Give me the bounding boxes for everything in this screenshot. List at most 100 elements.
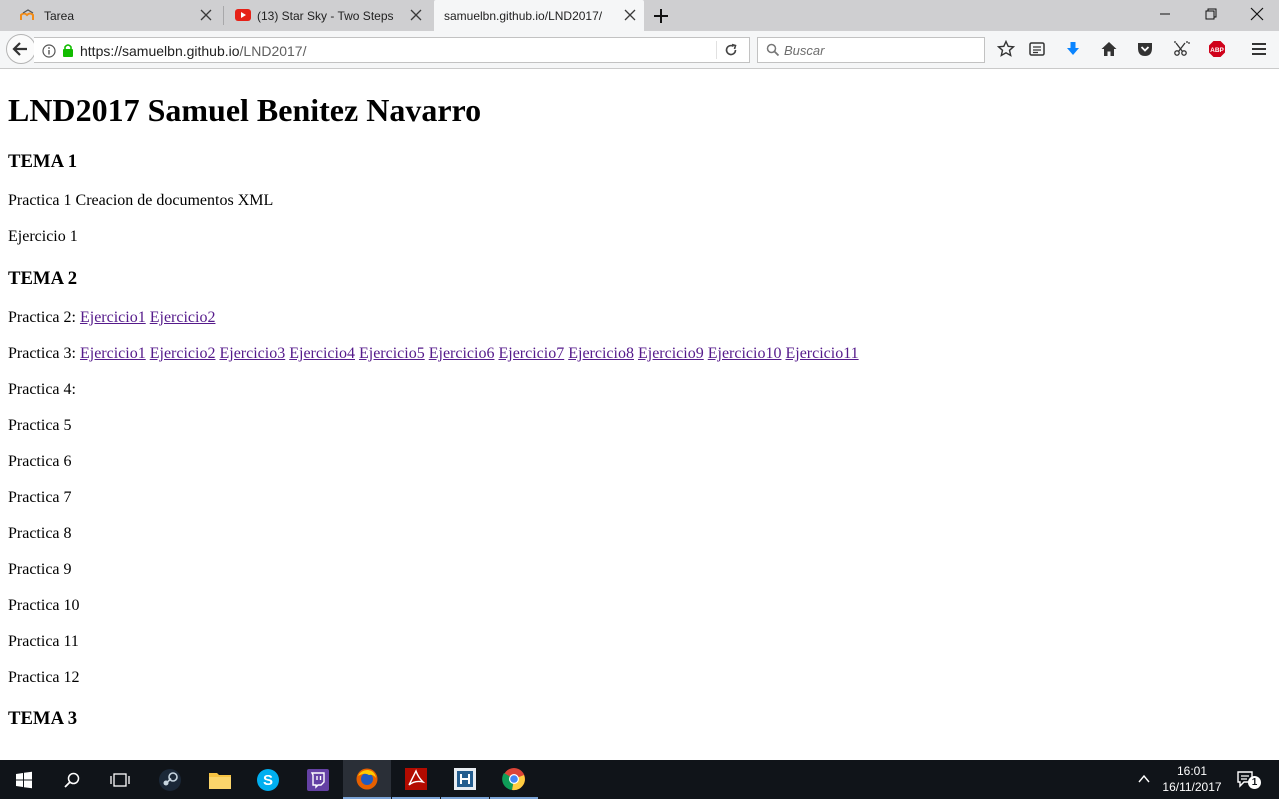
- taskbar-file-explorer[interactable]: [196, 760, 244, 799]
- practica2-ejercicio2-link[interactable]: Ejercicio2: [150, 309, 216, 326]
- taskbar-skype[interactable]: S: [244, 760, 292, 799]
- practica3-ejercicio4-link[interactable]: Ejercicio4: [289, 345, 355, 362]
- tab-label: (13) Star Sky - Two Steps From Hell: [257, 8, 395, 23]
- practica3-ejercicio5-link[interactable]: Ejercicio5: [359, 345, 425, 362]
- bookmark-star-icon[interactable]: [997, 40, 1015, 58]
- taskbar: S 16:01 16/11/2017 1: [0, 760, 1279, 799]
- chrome-icon: [502, 767, 525, 790]
- back-arrow-icon: [12, 42, 27, 56]
- url-path: /LND2017/: [239, 43, 307, 59]
- practica8-text: Practica 8: [8, 525, 72, 542]
- tab-label: samuelbn.github.io/LND2017/: [444, 8, 603, 23]
- practica5-text: Practica 5: [8, 417, 72, 434]
- task-view-button[interactable]: [96, 760, 144, 799]
- clock-date: 16/11/2017: [1162, 780, 1222, 794]
- practica2-label: Practica 2:: [8, 309, 76, 326]
- practica1-text: Practica 1 Creacion de documentos XML: [8, 192, 274, 209]
- taskbar-code-editor[interactable]: [441, 760, 489, 799]
- tema1-heading: TEMA 1: [8, 151, 78, 172]
- file-explorer-icon: [209, 772, 231, 789]
- practica3-ejercicio11-link[interactable]: Ejercicio11: [785, 345, 858, 362]
- clock-time: 16:01: [1176, 764, 1208, 778]
- practica3-ejercicio10-link[interactable]: Ejercicio10: [708, 345, 782, 362]
- practica3-ejercicio7-link[interactable]: Ejercicio7: [498, 345, 564, 362]
- search-input[interactable]: [784, 42, 974, 58]
- reload-icon[interactable]: [724, 43, 738, 57]
- svg-text:S: S: [263, 772, 273, 789]
- firefox-icon: [356, 768, 378, 789]
- task-view-icon: [110, 772, 130, 787]
- search-bar[interactable]: [757, 37, 985, 63]
- url-text: https://samuelbn.github.io/LND2017/: [80, 43, 306, 59]
- taskbar-search-button[interactable]: [48, 760, 96, 799]
- tab-separator: [223, 6, 224, 25]
- restore-icon[interactable]: [1203, 6, 1219, 22]
- practica2-ejercicio1-link[interactable]: Ejercicio1: [80, 309, 146, 326]
- taskbar-steam[interactable]: [146, 760, 194, 799]
- page-title: LND2017 Samuel Benitez Navarro: [8, 92, 482, 128]
- screenshot-icon[interactable]: [1172, 40, 1190, 58]
- practica3-ejercicio1-link[interactable]: Ejercicio1: [80, 345, 146, 362]
- code-icon: [454, 767, 476, 790]
- pocket-icon[interactable]: [1136, 40, 1154, 58]
- practica9-text: Practica 9: [8, 561, 72, 578]
- tema2-heading: TEMA 2: [8, 268, 78, 289]
- menu-icon[interactable]: [1250, 40, 1268, 58]
- lock-icon: [63, 44, 73, 57]
- taskbar-chrome[interactable]: [490, 760, 538, 799]
- youtube-icon: [235, 9, 251, 21]
- notification-center[interactable]: 1: [1236, 770, 1261, 799]
- steam-icon: [159, 768, 181, 791]
- taskbar-acrobat[interactable]: [392, 760, 440, 799]
- close-icon[interactable]: [410, 9, 422, 21]
- tab-active[interactable]: samuelbn.github.io/LND2017/: [434, 0, 644, 31]
- acrobat-icon: [405, 767, 427, 790]
- practica10-text: Practica 10: [8, 597, 80, 614]
- practica11-text: Practica 11: [8, 633, 79, 650]
- svg-text:ABP: ABP: [1210, 47, 1224, 54]
- practica7-text: Practica 7: [8, 489, 72, 506]
- url-divider: [716, 41, 717, 59]
- search-icon: [766, 43, 780, 57]
- window-close-icon[interactable]: [1249, 6, 1265, 22]
- close-icon[interactable]: [624, 9, 636, 21]
- practica3-ejercicio3-link[interactable]: Ejercicio3: [219, 345, 285, 362]
- close-icon[interactable]: [200, 9, 212, 21]
- practica3-line: Practica 3: Ejercicio1 Ejercicio2 Ejerci…: [8, 345, 859, 363]
- moodle-icon: [20, 9, 34, 20]
- ejercicio1-text: Ejercicio 1: [8, 228, 78, 245]
- info-icon[interactable]: [42, 44, 56, 58]
- tab-youtube[interactable]: (13) Star Sky - Two Steps From Hell: [225, 0, 430, 31]
- practica3-ejercicio6-link[interactable]: Ejercicio6: [429, 345, 495, 362]
- start-button[interactable]: [0, 760, 48, 799]
- practica3-ejercicio9-link[interactable]: Ejercicio9: [638, 345, 704, 362]
- practica3-label: Practica 3:: [8, 345, 76, 362]
- taskbar-clock[interactable]: 16:01 16/11/2017: [1158, 763, 1226, 795]
- tema3-heading: TEMA 3: [8, 708, 78, 729]
- page-content: LND2017 Samuel Benitez Navarro TEMA 1 Pr…: [0, 70, 1279, 760]
- windows-start-icon: [16, 771, 32, 788]
- download-icon[interactable]: [1064, 40, 1082, 58]
- practica2-line: Practica 2: Ejercicio1 Ejercicio2: [8, 309, 215, 327]
- taskbar-firefox[interactable]: [343, 760, 391, 799]
- twitch-icon: [307, 768, 329, 791]
- practica12-text: Practica 12: [8, 669, 80, 686]
- reader-list-icon[interactable]: [1028, 40, 1046, 58]
- search-icon: [64, 772, 80, 788]
- notification-count: 1: [1248, 776, 1261, 789]
- skype-icon: S: [257, 768, 279, 791]
- practica3-ejercicio8-link[interactable]: Ejercicio8: [568, 345, 634, 362]
- nav-bar: https://samuelbn.github.io/LND2017/ ABP: [0, 31, 1279, 69]
- practica3-ejercicio2-link[interactable]: Ejercicio2: [150, 345, 216, 362]
- url-host: https://samuelbn.github.io: [80, 43, 240, 59]
- minimize-icon[interactable]: [1157, 6, 1173, 22]
- home-icon[interactable]: [1100, 40, 1118, 58]
- adblock-icon[interactable]: ABP: [1208, 40, 1226, 58]
- tab-tarea[interactable]: Tarea: [20, 0, 220, 31]
- practica4-text: Practica 4:: [8, 381, 76, 398]
- taskbar-twitch[interactable]: [294, 760, 342, 799]
- tray-chevron-icon[interactable]: [1136, 772, 1152, 799]
- url-bar[interactable]: https://samuelbn.github.io/LND2017/: [34, 37, 750, 63]
- back-button[interactable]: [6, 34, 36, 64]
- new-tab-icon[interactable]: [652, 7, 670, 25]
